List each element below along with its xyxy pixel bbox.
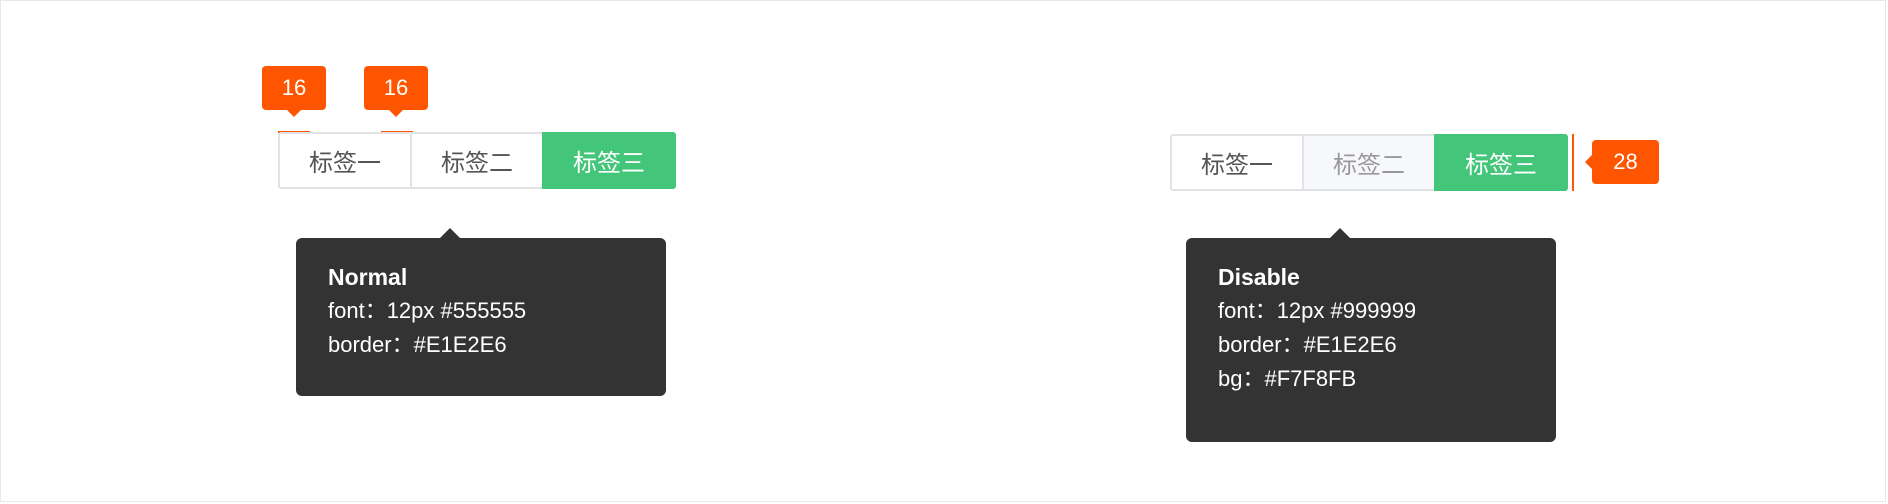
measure-line-right — [1572, 134, 1574, 191]
tab-one[interactable]: 标签一 — [278, 132, 412, 189]
tooltip-line-font: font：12px #999999 — [1218, 298, 1417, 323]
tooltip-disable: Disable font：12px #999999 border：#E1E2E6… — [1186, 228, 1556, 442]
tab-one[interactable]: 标签一 — [1170, 134, 1304, 191]
tooltip-line-bg: bg：#F7F8FB — [1218, 366, 1357, 391]
tooltip-title: Disable — [1218, 264, 1300, 290]
tab-two-disabled: 标签二 — [1302, 134, 1436, 191]
tab-group-disable: 标签一 标签二 标签三 — [1170, 134, 1568, 191]
measure-badge-height: 28 — [1585, 140, 1659, 184]
tooltip-normal: Normal font：12px #555555 border：#E1E2E6 — [296, 228, 666, 396]
measure-badge-second: 16 — [364, 66, 428, 117]
tab-three-active[interactable]: 标签三 — [542, 132, 676, 189]
tooltip-line-border: border：#E1E2E6 — [1218, 332, 1397, 357]
tooltip-title: Normal — [328, 264, 408, 290]
tab-two[interactable]: 标签二 — [410, 132, 544, 189]
tooltip-line-border: border：#E1E2E6 — [328, 332, 507, 357]
measure-badge-first: 16 — [262, 66, 326, 117]
tab-group-normal: 标签一 标签二 标签三 — [278, 132, 676, 189]
tab-three-active[interactable]: 标签三 — [1434, 134, 1568, 191]
tooltip-line-font: font：12px #555555 — [328, 298, 527, 323]
